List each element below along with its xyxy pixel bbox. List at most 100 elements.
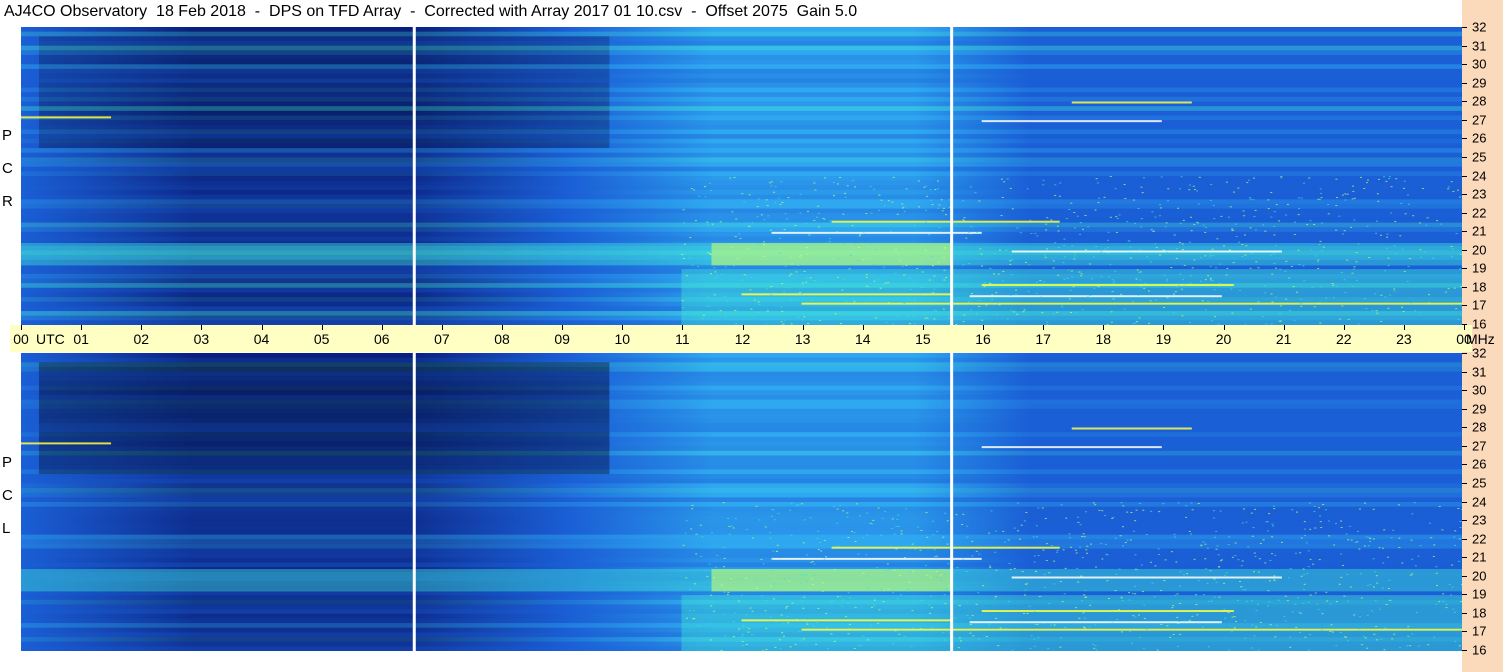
- speckle: [1095, 566, 1098, 568]
- speckle: [870, 606, 873, 608]
- speckle: [1285, 298, 1288, 300]
- speckle: [1245, 521, 1248, 523]
- speckle: [905, 188, 908, 190]
- frequency-striation: [21, 474, 1462, 479]
- speckle: [1213, 289, 1216, 291]
- speckle: [694, 220, 697, 222]
- speckle: [1036, 623, 1039, 625]
- speckle: [1448, 584, 1451, 586]
- speckle: [1071, 276, 1074, 278]
- frequency-striation: [21, 502, 1462, 507]
- speckle: [706, 576, 709, 578]
- speckle: [891, 518, 894, 520]
- speckle: [1252, 527, 1255, 529]
- speckle: [833, 640, 836, 642]
- rcp-label-r: R: [2, 193, 13, 210]
- utc-tick-mark: [1283, 325, 1285, 330]
- speckle: [738, 233, 741, 235]
- frequency-tick-mark: [1462, 175, 1467, 177]
- speckle: [706, 252, 709, 254]
- speckle: [1268, 513, 1271, 515]
- speckle: [1141, 192, 1144, 194]
- frequency-tick-mark: [1462, 445, 1467, 447]
- speckle: [1233, 627, 1236, 629]
- speckle: [1346, 193, 1349, 195]
- speckle: [1181, 243, 1184, 245]
- speckle: [1063, 278, 1066, 280]
- speckle: [1111, 622, 1114, 624]
- speckle: [681, 307, 684, 309]
- speckle: [1303, 588, 1306, 590]
- speckle: [1253, 635, 1256, 637]
- speckle: [772, 550, 775, 552]
- speckle: [888, 569, 891, 571]
- speckle: [1178, 621, 1181, 623]
- speckle: [1350, 539, 1353, 541]
- frequency-striation: [21, 553, 1462, 558]
- speckle: [1252, 199, 1255, 201]
- speckle: [723, 566, 726, 568]
- rcp-spectrogram: [21, 27, 1462, 325]
- utc-unit-label: UTC: [36, 331, 65, 347]
- speckle: [934, 188, 937, 190]
- speckle: [1376, 312, 1379, 314]
- frequency-striation: [21, 539, 1462, 544]
- speckle: [1255, 626, 1258, 628]
- speckle: [1234, 555, 1237, 557]
- speckle: [785, 218, 788, 220]
- speckle: [690, 187, 693, 189]
- speckle: [1419, 249, 1422, 251]
- speckle: [1231, 556, 1234, 558]
- speckle: [1052, 267, 1055, 269]
- speckle: [777, 197, 780, 199]
- lcp-label-c: C: [2, 487, 13, 504]
- speckle: [846, 185, 849, 187]
- speckle: [763, 219, 766, 221]
- speckle: [1451, 586, 1454, 588]
- speckle: [700, 555, 703, 557]
- speckle: [874, 317, 877, 319]
- utc-tick-label: 06: [373, 331, 390, 347]
- speckle: [847, 633, 850, 635]
- speckle: [1332, 297, 1335, 299]
- speckle: [1098, 509, 1101, 511]
- frequency-striation: [21, 45, 1462, 51]
- speckle: [1025, 512, 1028, 514]
- speckle: [911, 610, 914, 612]
- speckle: [1213, 218, 1216, 220]
- speckle: [724, 635, 727, 637]
- speckle: [889, 230, 892, 232]
- speckle: [1445, 291, 1448, 293]
- speckle: [724, 266, 727, 268]
- speckle: [791, 602, 794, 604]
- speckle: [975, 550, 978, 552]
- speckle: [791, 273, 794, 275]
- speckle: [733, 176, 736, 178]
- speckle: [1401, 248, 1404, 250]
- frequency-striation: [21, 380, 1462, 386]
- speckle: [756, 243, 759, 245]
- speckle: [1107, 231, 1110, 233]
- speckle: [720, 584, 723, 586]
- speckle: [1414, 565, 1417, 567]
- speckle: [1166, 251, 1169, 253]
- speckle: [1346, 573, 1349, 575]
- speckle: [1442, 600, 1445, 602]
- speckle: [1085, 549, 1088, 551]
- speckle: [1319, 188, 1322, 190]
- speckle: [836, 276, 839, 278]
- speckle: [787, 197, 790, 199]
- speckle: [1406, 645, 1409, 647]
- utc-tick-label: 09: [554, 331, 570, 347]
- speckle: [1293, 221, 1296, 223]
- speckle: [1226, 267, 1229, 269]
- speckle: [1403, 270, 1406, 272]
- speckle: [833, 506, 836, 508]
- speckle: [1253, 215, 1256, 217]
- speckle: [1289, 310, 1292, 312]
- speckle: [1081, 309, 1084, 311]
- utc-tick-label: 20: [1215, 331, 1232, 347]
- speckle: [862, 259, 865, 261]
- speckle: [1162, 249, 1165, 251]
- speckle: [1398, 547, 1401, 549]
